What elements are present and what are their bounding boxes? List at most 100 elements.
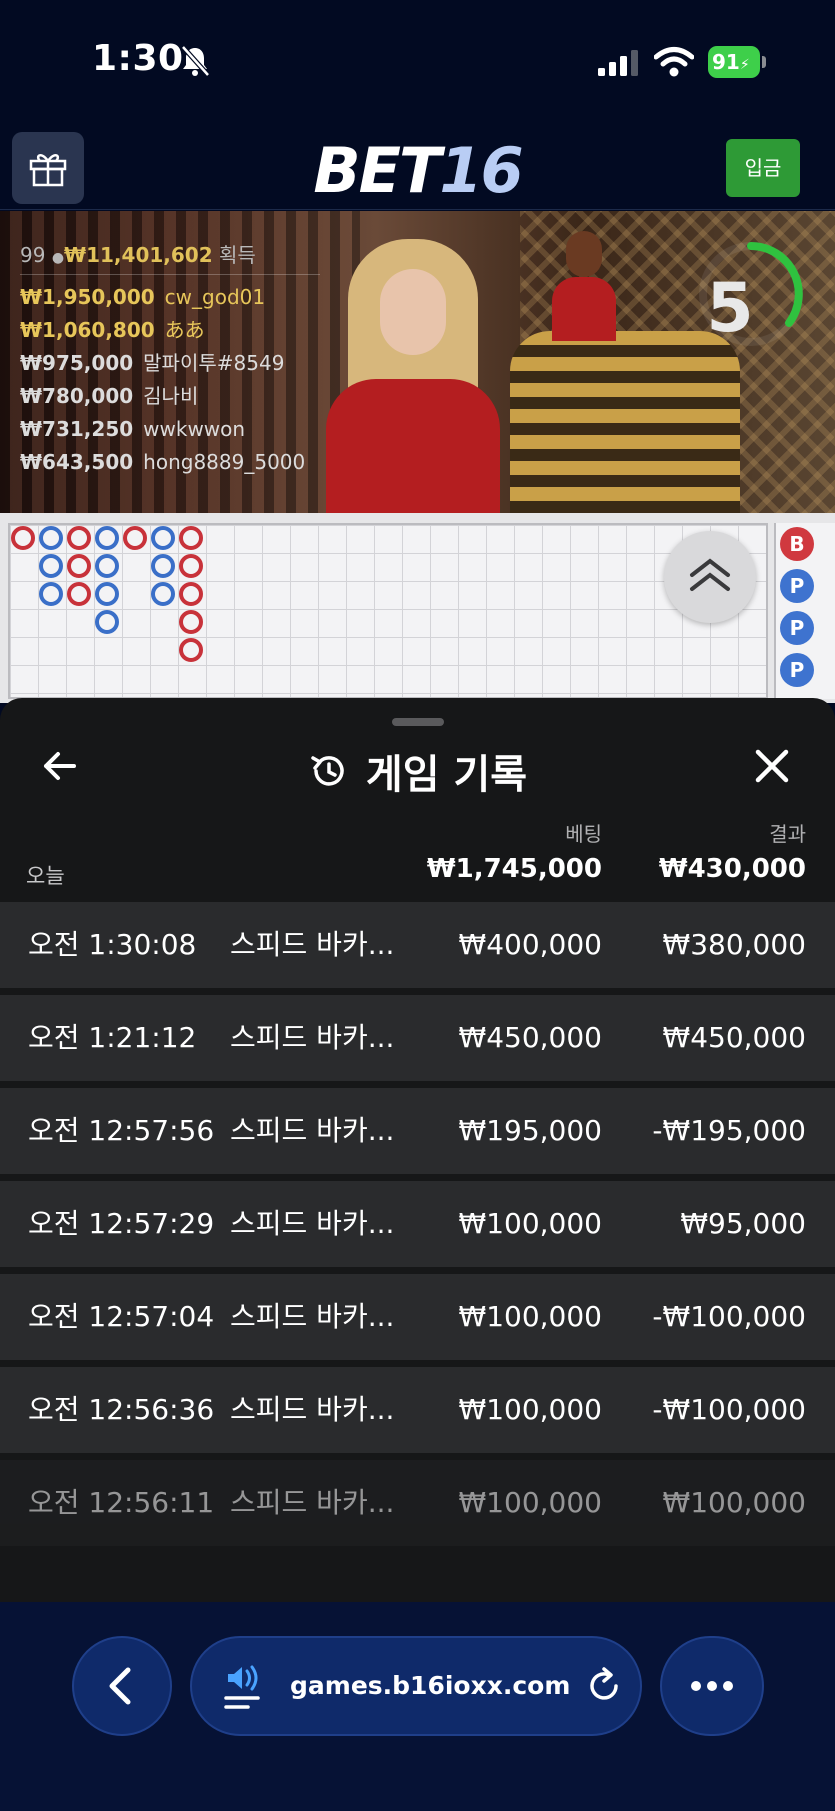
chevron-up-double-icon — [690, 558, 730, 591]
banker-bead — [179, 554, 203, 578]
total-bet: ₩1,745,000 — [426, 854, 602, 884]
game-history-sheet: 게임 기록 베팅 결과 오늘 ₩1,745,000 ₩430,000 오전 1:… — [0, 698, 835, 1602]
player-bead — [151, 526, 175, 550]
player-bead — [39, 582, 63, 606]
player-chip: P — [780, 653, 814, 687]
player-bead — [95, 610, 119, 634]
winners-list: 99 ●₩11,401,602 획득 ₩1,950,000 cw_god01 ₩1,… — [20, 239, 320, 479]
url-text: games.b16ioxx.com — [290, 1671, 571, 1700]
wifi-icon — [654, 47, 694, 77]
row-game: 스피드 바카... — [230, 1486, 395, 1519]
battery-level: 91 — [712, 50, 740, 74]
winner-amount: ₩1,950,000 — [20, 285, 155, 309]
status-bar: 1:30 91⚡ — [0, 0, 835, 120]
screen: 1:30 91⚡ BET16 입금 99 ●₩11,401,602 획득 ₩1,… — [0, 0, 835, 1811]
history-row[interactable]: 오전 12:56:11 스피드 바카... ₩100,000 ₩100,000 — [0, 1460, 835, 1546]
row-time: 오전 12:56:11 — [28, 1486, 215, 1519]
row-time: 오전 12:56:36 — [28, 1393, 215, 1426]
banker-bead — [67, 554, 91, 578]
row-bet: ₩100,000 — [458, 1300, 602, 1333]
user-icon: ● — [51, 250, 65, 266]
winner-amount: ₩975,000 — [20, 351, 134, 375]
history-row[interactable]: 오전 12:57:04 스피드 바카... ₩100,000 -₩100,000 — [0, 1274, 835, 1360]
winner-name: wwkwwon — [143, 417, 246, 441]
cellular-signal-icon — [598, 50, 638, 76]
winner-name: 김나비 — [143, 384, 199, 408]
row-bet: ₩400,000 — [458, 928, 602, 961]
background-dealer-image — [552, 231, 616, 341]
winner-name: 말파이투#8549 — [143, 351, 285, 375]
winners-header: 99 ●₩11,401,602 획득 — [20, 239, 320, 275]
row-bet: ₩450,000 — [458, 1021, 602, 1054]
history-row[interactable]: 오전 12:57:29 스피드 바카... ₩100,000 ₩95,000 — [0, 1181, 835, 1267]
url-bar[interactable]: games.b16ioxx.com — [190, 1636, 642, 1736]
row-time: 오전 12:57:56 — [28, 1114, 215, 1147]
banker-bead — [179, 582, 203, 606]
banker-bead — [11, 526, 35, 550]
player-chip: P — [780, 611, 814, 645]
banker-bead — [67, 526, 91, 550]
row-result: -₩100,000 — [652, 1300, 806, 1333]
winner-row: ₩643,500 hong8889_5000 — [20, 446, 320, 479]
player-bead — [95, 582, 119, 606]
winner-amount: ₩643,500 — [20, 450, 134, 474]
history-row[interactable]: 오전 12:56:36 스피드 바카... ₩100,000 -₩100,000 — [0, 1367, 835, 1453]
row-time: 오전 1:30:08 — [28, 928, 197, 961]
more-horizontal-icon — [691, 1681, 733, 1691]
winner-row: ₩780,000 김나비 — [20, 380, 320, 413]
close-icon[interactable] — [752, 746, 792, 786]
browser-back-button[interactable] — [72, 1636, 172, 1736]
big-road-grid — [8, 523, 768, 699]
history-row[interactable]: 오전 1:30:08 스피드 바카... ₩400,000 ₩380,000 — [0, 902, 835, 988]
banker-chip: B — [780, 527, 814, 561]
row-game: 스피드 바카... — [230, 1393, 395, 1426]
player-bead — [39, 526, 63, 550]
banker-bead — [123, 526, 147, 550]
audio-playing-icon — [224, 1665, 260, 1709]
app-header: BET16 입금 — [0, 120, 835, 210]
winner-name: ああ — [164, 318, 205, 342]
row-result: -₩100,000 — [652, 1393, 806, 1426]
sheet-grabber[interactable] — [392, 718, 444, 726]
history-row[interactable]: 오전 1:21:12 스피드 바카... ₩450,000 ₩450,000 — [0, 995, 835, 1081]
bell-muted-icon — [181, 45, 210, 77]
row-result: ₩100,000 — [662, 1486, 806, 1519]
player-bead — [151, 554, 175, 578]
chevron-left-icon — [109, 1667, 131, 1705]
live-video[interactable]: 99 ●₩11,401,602 획득 ₩1,950,000 cw_god01 ₩1,… — [0, 211, 835, 513]
banker-bead — [179, 526, 203, 550]
history-row[interactable]: 오전 12:57:56 스피드 바카... ₩195,000 -₩195,000 — [0, 1088, 835, 1174]
player-bead — [39, 554, 63, 578]
bet-column-header: 베팅 — [565, 822, 602, 846]
row-game: 스피드 바카... — [230, 928, 395, 961]
row-bet: ₩195,000 — [458, 1114, 602, 1147]
row-result: ₩380,000 — [662, 928, 806, 961]
winner-row: ₩1,950,000 cw_god01 — [20, 281, 320, 314]
winner-row: ₩1,060,800 ああ — [20, 314, 320, 347]
winner-amount: ₩780,000 — [20, 384, 134, 408]
sheet-title: 게임 기록 — [0, 742, 835, 801]
deposit-button[interactable]: 입금 — [726, 139, 800, 197]
bet16-logo: BET16 — [313, 134, 523, 207]
player-bead — [95, 526, 119, 550]
more-options-button[interactable] — [660, 1636, 764, 1736]
row-time: 오전 12:57:29 — [28, 1207, 215, 1240]
total-result: ₩430,000 — [658, 854, 806, 884]
history-icon — [311, 756, 344, 786]
bead-plate: BPPP — [774, 523, 835, 699]
winner-amount: ₩731,250 — [20, 417, 134, 441]
status-time: 1:30 — [92, 38, 184, 79]
today-label: 오늘 — [26, 864, 65, 888]
row-time: 오전 12:57:04 — [28, 1300, 215, 1333]
row-result: ₩95,000 — [680, 1207, 806, 1240]
banker-bead — [179, 638, 203, 662]
banker-bead — [179, 610, 203, 634]
countdown-timer: 5 — [706, 269, 754, 348]
battery-icon: 91⚡ — [708, 46, 766, 78]
player-chip: P — [780, 569, 814, 603]
player-bead — [151, 582, 175, 606]
reload-icon[interactable] — [584, 1666, 624, 1706]
row-bet: ₩100,000 — [458, 1486, 602, 1519]
winner-amount: ₩1,060,800 — [20, 318, 155, 342]
collapse-button[interactable] — [664, 531, 756, 623]
